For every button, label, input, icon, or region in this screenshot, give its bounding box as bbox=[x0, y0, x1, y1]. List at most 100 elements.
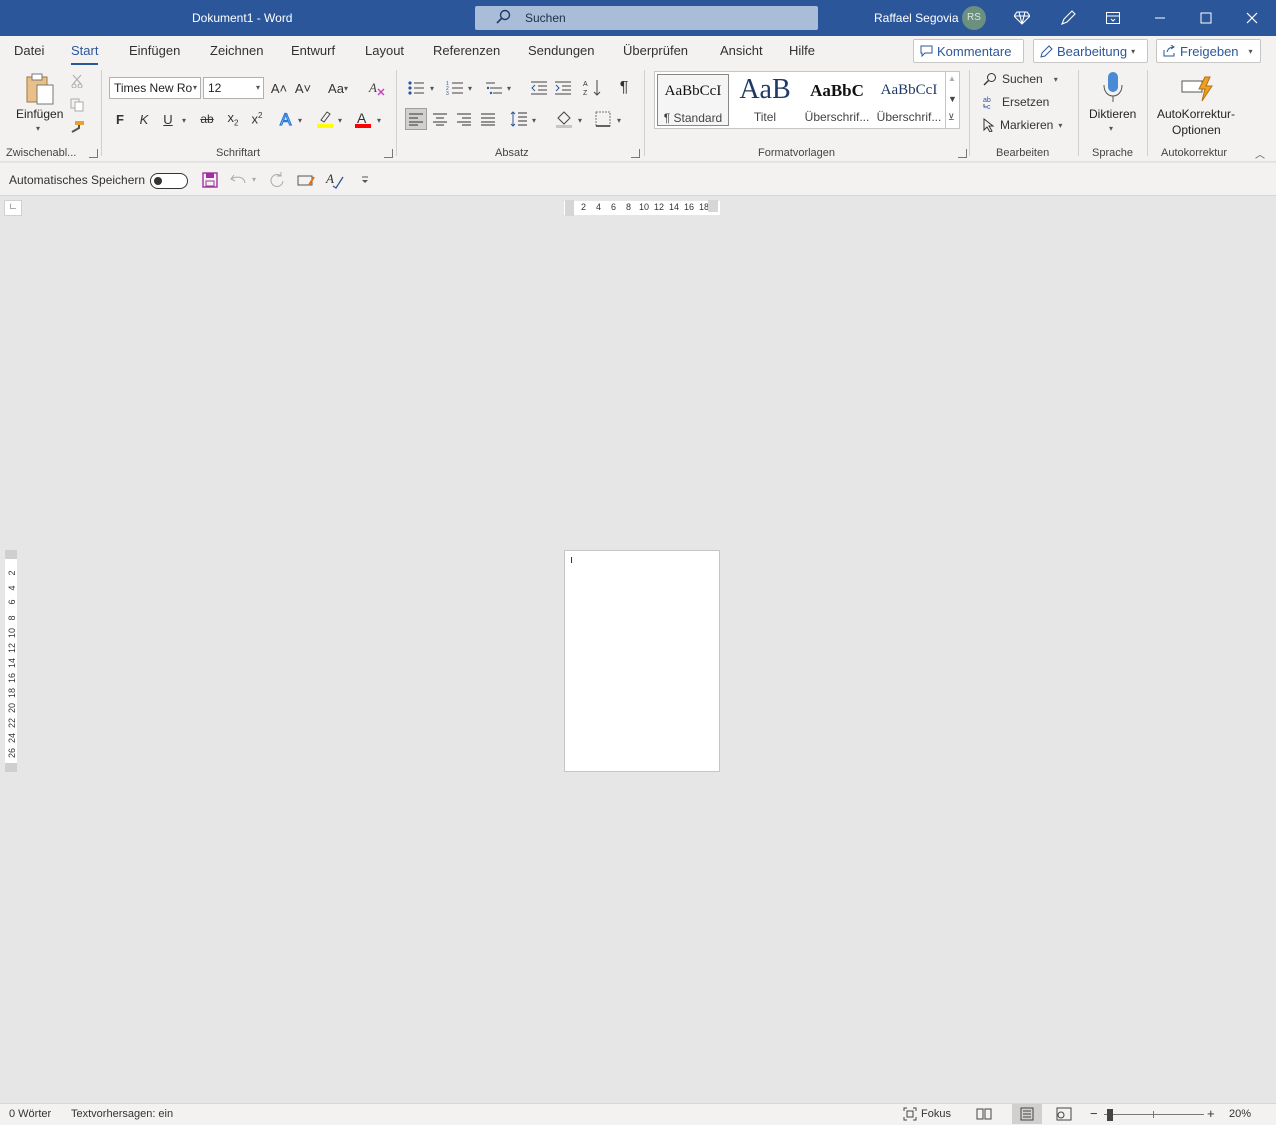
close-icon[interactable] bbox=[1238, 6, 1266, 30]
tab-start[interactable]: Start bbox=[71, 43, 99, 65]
microphone-icon[interactable] bbox=[1100, 70, 1126, 106]
style-standard[interactable]: AaBbCcI ¶ Standard bbox=[657, 74, 729, 126]
show-formatting-marks-icon[interactable]: ¶ bbox=[613, 77, 635, 99]
chevron-down-icon[interactable]: ▾ bbox=[430, 84, 434, 93]
left-indent-marker[interactable] bbox=[565, 200, 574, 216]
autocorrect-label-line2[interactable]: Optionen bbox=[1172, 123, 1221, 137]
zoom-slider[interactable] bbox=[1104, 1114, 1204, 1115]
style-titel[interactable]: AaB Titel bbox=[729, 74, 801, 126]
increase-indent-icon[interactable] bbox=[552, 77, 574, 99]
save-icon[interactable] bbox=[199, 169, 221, 191]
paste-label[interactable]: Einfügen bbox=[16, 107, 63, 121]
highlight-icon[interactable] bbox=[314, 108, 336, 130]
align-center-icon[interactable] bbox=[429, 108, 451, 130]
word-count[interactable]: 0 Wörter bbox=[9, 1108, 51, 1120]
chevron-down-icon[interactable]: ▼ bbox=[948, 94, 957, 104]
customize-qat-icon[interactable] bbox=[354, 169, 376, 191]
search-box[interactable]: Suchen bbox=[475, 6, 818, 30]
cut-icon[interactable] bbox=[66, 70, 88, 92]
zoom-in-icon[interactable]: + bbox=[1207, 1106, 1215, 1121]
chevron-down-icon[interactable]: ▾ bbox=[507, 84, 511, 93]
select-button[interactable]: Markieren ▾ bbox=[983, 118, 1062, 132]
tab-ansicht[interactable]: Ansicht bbox=[720, 43, 763, 58]
user-name[interactable]: Raffael Segovia bbox=[874, 11, 959, 25]
vertical-ruler[interactable]: 2 4 6 8 10 12 14 16 18 20 22 24 26 bbox=[5, 550, 17, 772]
borders-icon[interactable] bbox=[592, 108, 614, 130]
copy-icon[interactable] bbox=[66, 94, 88, 116]
change-case-button[interactable]: Aa ▾ bbox=[322, 77, 354, 99]
zoom-slider-thumb[interactable] bbox=[1107, 1109, 1113, 1121]
undo-icon[interactable] bbox=[228, 169, 250, 191]
web-layout-icon[interactable] bbox=[1056, 1107, 1072, 1121]
sort-icon[interactable]: AZ bbox=[582, 77, 604, 99]
tab-datei[interactable]: Datei bbox=[14, 43, 44, 58]
align-right-icon[interactable] bbox=[453, 108, 475, 130]
bold-button[interactable]: F bbox=[109, 108, 131, 130]
dialog-launcher-icon[interactable] bbox=[384, 149, 393, 158]
zoom-out-icon[interactable]: − bbox=[1090, 1106, 1098, 1121]
strikethrough-button[interactable]: ab bbox=[196, 108, 218, 130]
dialog-launcher-icon[interactable] bbox=[958, 149, 967, 158]
pen-icon[interactable] bbox=[1054, 6, 1082, 30]
style-heading-2[interactable]: AaBbCcI Überschrif... bbox=[873, 74, 945, 126]
read-mode-icon[interactable] bbox=[976, 1107, 992, 1121]
underline-button[interactable]: U bbox=[157, 108, 179, 130]
dialog-launcher-icon[interactable] bbox=[89, 149, 98, 158]
chevron-down-icon[interactable]: ▾ bbox=[377, 116, 381, 125]
text-predictions-status[interactable]: Textvorhersagen: ein bbox=[71, 1108, 173, 1120]
chevron-down-icon[interactable]: ▾ bbox=[36, 124, 40, 133]
chevron-down-icon[interactable]: ▾ bbox=[252, 175, 256, 184]
grow-font-button[interactable]: A˄ bbox=[268, 77, 290, 99]
tab-einfuegen[interactable]: Einfügen bbox=[129, 43, 180, 58]
superscript-icon[interactable]: x2 bbox=[246, 108, 268, 130]
line-spacing-icon[interactable] bbox=[508, 108, 530, 130]
focus-button[interactable]: Fokus bbox=[903, 1107, 951, 1121]
find-button[interactable]: Suchen ▾ bbox=[983, 72, 1058, 86]
chevron-down-icon[interactable]: ▾ bbox=[617, 116, 621, 125]
shrink-font-button[interactable]: A˅ bbox=[292, 77, 314, 99]
share-button[interactable]: Freigeben ▾ bbox=[1156, 39, 1261, 63]
chevron-down-icon[interactable]: ▾ bbox=[193, 83, 197, 92]
diamond-icon[interactable] bbox=[1008, 6, 1036, 30]
decrease-indent-icon[interactable] bbox=[528, 77, 550, 99]
bullets-icon[interactable] bbox=[405, 77, 427, 99]
autosave-toggle[interactable] bbox=[150, 173, 188, 189]
chevron-down-icon[interactable]: ▾ bbox=[1109, 124, 1113, 133]
tab-layout[interactable]: Layout bbox=[365, 43, 404, 58]
styles-scroll[interactable]: ▲ ▼ ⊻ bbox=[945, 72, 959, 128]
avatar[interactable]: RS bbox=[962, 6, 986, 30]
chevron-down-icon[interactable]: ▾ bbox=[532, 116, 536, 125]
editing-mode-button[interactable]: Bearbeitung ▾ bbox=[1033, 39, 1148, 63]
clear-formatting-icon[interactable]: A bbox=[366, 77, 388, 99]
chevron-down-icon[interactable]: ▾ bbox=[256, 83, 260, 92]
ribbon-display-options-icon[interactable] bbox=[1099, 6, 1127, 30]
chevron-down-icon[interactable]: ▾ bbox=[468, 84, 472, 93]
chevron-down-icon[interactable]: ▾ bbox=[182, 116, 186, 125]
chevron-down-icon[interactable]: ▾ bbox=[578, 116, 582, 125]
tab-referenzen[interactable]: Referenzen bbox=[433, 43, 500, 58]
font-size-box[interactable]: 12 ▾ bbox=[203, 77, 264, 99]
document-page[interactable] bbox=[564, 550, 720, 772]
align-left-icon[interactable] bbox=[405, 108, 427, 130]
redo-icon[interactable] bbox=[266, 169, 288, 191]
chevron-down-icon[interactable]: ▾ bbox=[298, 116, 302, 125]
multilevel-list-icon[interactable] bbox=[483, 77, 505, 99]
zoom-level[interactable]: 20% bbox=[1229, 1108, 1251, 1120]
format-painter-icon[interactable] bbox=[66, 116, 88, 138]
tab-sendungen[interactable]: Sendungen bbox=[528, 43, 595, 58]
shading-icon[interactable] bbox=[553, 108, 575, 130]
draw-table-icon[interactable] bbox=[296, 169, 318, 191]
tab-zeichnen[interactable]: Zeichnen bbox=[210, 43, 263, 58]
autocorrect-icon[interactable] bbox=[1180, 74, 1216, 104]
tab-selector[interactable]: ∟ bbox=[4, 200, 22, 216]
collapse-ribbon-icon[interactable]: ︿ bbox=[1255, 146, 1265, 161]
justify-icon[interactable] bbox=[477, 108, 499, 130]
style-heading-1[interactable]: AaBbC Überschrif... bbox=[801, 74, 873, 126]
spelling-icon[interactable]: A bbox=[324, 169, 346, 191]
italic-button[interactable]: K bbox=[133, 108, 155, 130]
maximize-icon[interactable] bbox=[1192, 6, 1220, 30]
horizontal-ruler[interactable]: 2 4 6 8 10 12 14 16 18 bbox=[564, 200, 720, 216]
dialog-launcher-icon[interactable] bbox=[631, 149, 640, 158]
chevron-up-icon[interactable]: ▲ bbox=[948, 74, 956, 83]
dictate-label[interactable]: Diktieren bbox=[1089, 107, 1136, 121]
